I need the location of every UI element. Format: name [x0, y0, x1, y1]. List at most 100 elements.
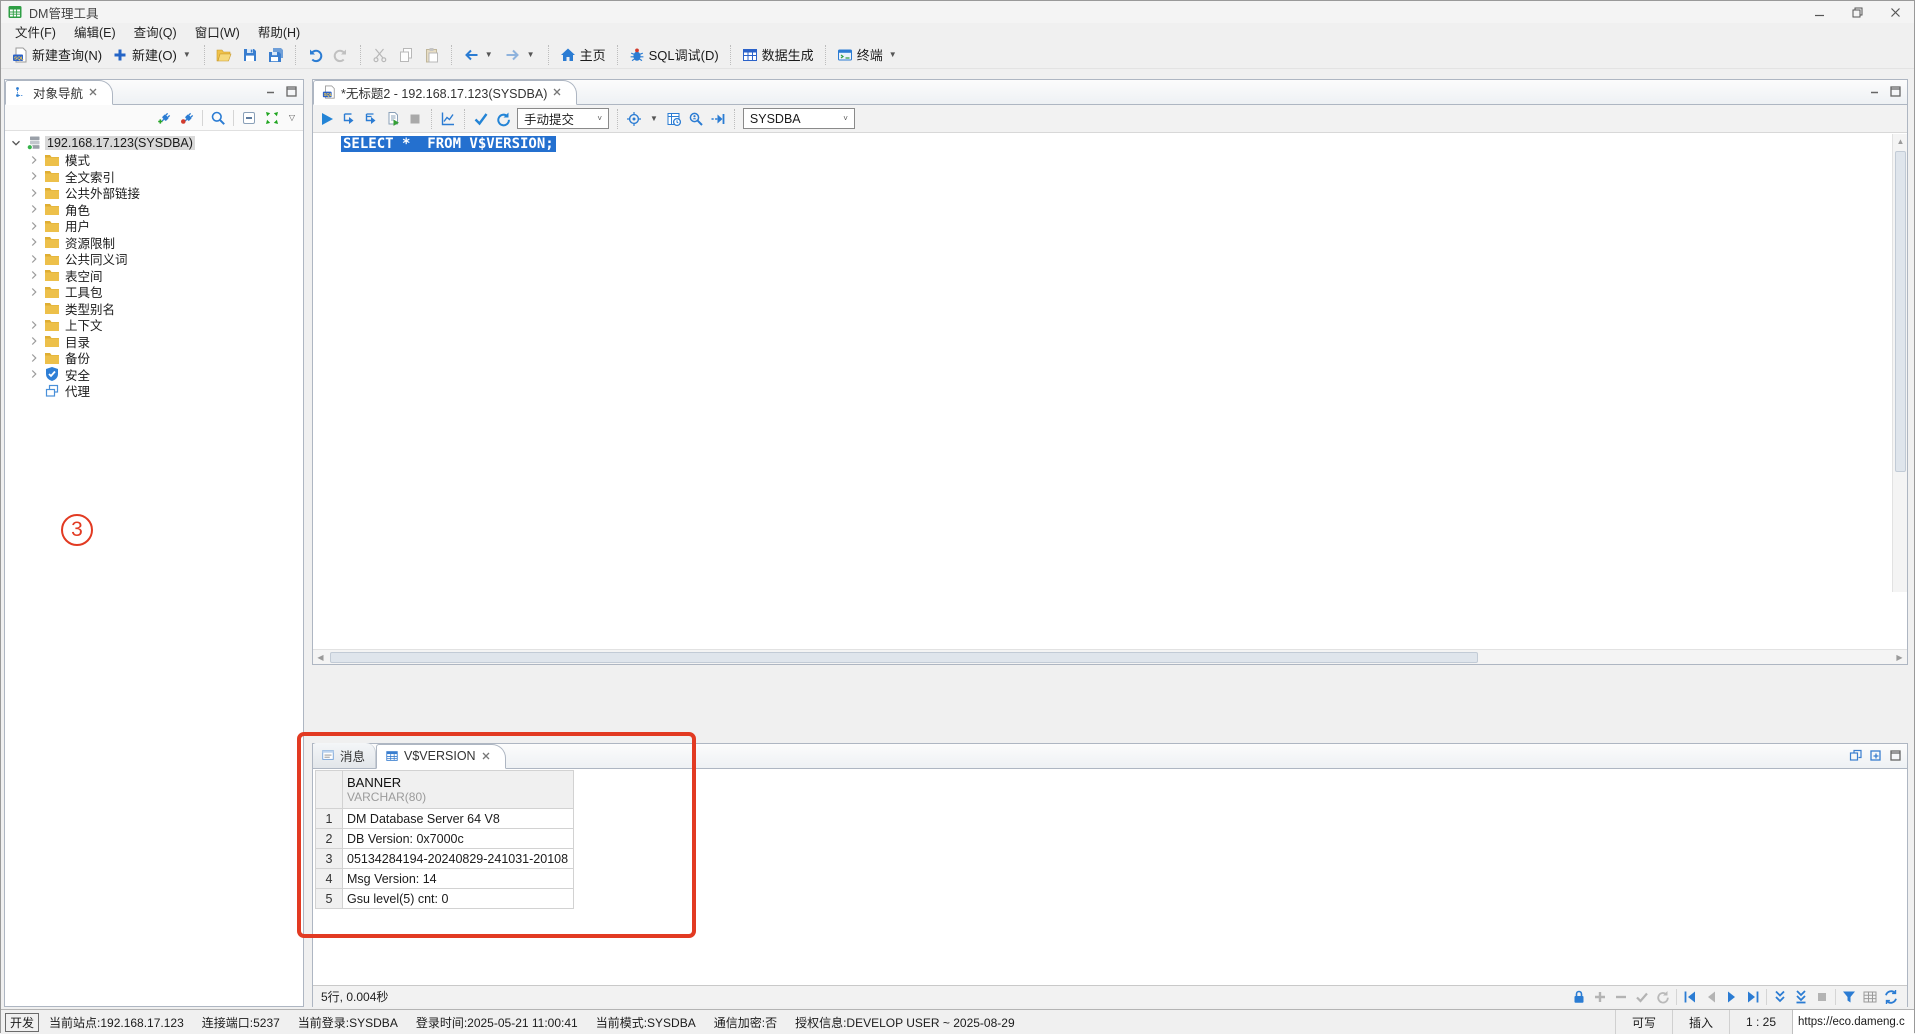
sql-debug-button[interactable]: SQL调试(D)	[624, 43, 724, 66]
delete-row-icon[interactable]	[1613, 989, 1629, 1005]
fetch-all-icon[interactable]	[1793, 989, 1809, 1005]
data-generate-button[interactable]: 数据生成	[737, 43, 819, 66]
search-icon[interactable]	[210, 110, 226, 126]
rollback-icon[interactable]	[495, 111, 511, 127]
new-dropdown-icon[interactable]: ▼	[181, 50, 193, 59]
tree-item-schemas[interactable]: 模式	[5, 152, 303, 169]
revert-changes-icon[interactable]	[1655, 989, 1671, 1005]
close-window-icon[interactable]	[1876, 1, 1914, 23]
minimize-results-icon[interactable]	[1869, 749, 1883, 763]
scroll-left-icon[interactable]: ◀	[313, 650, 328, 665]
minimize-window-icon[interactable]	[1800, 1, 1838, 23]
menu-query[interactable]: 查询(Q)	[126, 22, 185, 41]
tree-item-agent[interactable]: 代理	[5, 383, 303, 400]
execute-to-cursor-icon[interactable]	[363, 111, 379, 127]
execute-icon[interactable]	[319, 111, 335, 127]
tree-root-connection[interactable]: 192.168.17.123(SYSDBA)	[5, 135, 303, 152]
chevron-icon[interactable]	[27, 235, 41, 249]
tab-vversion-grid[interactable]: V$VERSION	[376, 744, 506, 769]
new-query-button[interactable]: SQL 新建查询(N)	[7, 43, 107, 66]
tree-item-backups[interactable]: 备份	[5, 350, 303, 367]
execute-current-statement-icon[interactable]	[341, 111, 357, 127]
table-row[interactable]: 305134284194-20240829-241031-20108	[316, 849, 574, 869]
tree-item-users[interactable]: 用户	[5, 218, 303, 235]
tree-item-toolkits[interactable]: 工具包	[5, 284, 303, 301]
open-button[interactable]	[211, 45, 237, 65]
terminal-dropdown-icon[interactable]: ▼	[887, 50, 899, 59]
maximize-results-icon[interactable]	[1889, 749, 1903, 763]
paste-button[interactable]	[419, 45, 445, 65]
table-row[interactable]: 1DM Database Server 64 V8	[316, 809, 574, 829]
expand-all-icon[interactable]	[264, 110, 280, 126]
chevron-icon[interactable]	[27, 219, 41, 233]
save-all-button[interactable]	[263, 45, 289, 65]
horizontal-scroll-thumb[interactable]	[330, 652, 1478, 663]
first-page-icon[interactable]	[1682, 989, 1698, 1005]
commit-mode-select[interactable]: 手动提交 ˅	[517, 108, 609, 129]
jump-to-icon[interactable]	[710, 111, 726, 127]
chevron-icon[interactable]	[27, 334, 41, 348]
chevron-icon[interactable]	[27, 318, 41, 332]
apply-changes-icon[interactable]	[1634, 989, 1650, 1005]
terminal-button[interactable]: 终端 ▼	[832, 43, 904, 66]
chevron-icon[interactable]	[27, 285, 41, 299]
tree-item-roles[interactable]: 角色	[5, 201, 303, 218]
locate-dropdown-icon[interactable]: ▼	[648, 114, 660, 123]
fetch-more-icon[interactable]	[1772, 989, 1788, 1005]
disconnect-icon[interactable]	[179, 110, 195, 126]
maximize-panel-icon[interactable]	[285, 85, 299, 99]
menu-file[interactable]: 文件(F)	[7, 22, 64, 41]
column-header-banner[interactable]: BANNER VARCHAR(80)	[343, 771, 574, 809]
sql-editor-area[interactable]: SELECT * FROM V$VERSION;	[313, 133, 1907, 591]
tree-item-public-synonyms[interactable]: 公共同义词	[5, 251, 303, 268]
sql-assistant-icon[interactable]	[688, 111, 704, 127]
editor-vertical-scrollbar[interactable]: ▲	[1892, 134, 1907, 592]
home-button[interactable]: 主页	[555, 43, 611, 66]
grid-view-icon[interactable]	[1862, 989, 1878, 1005]
chevron-icon[interactable]	[27, 153, 41, 167]
explain-plan-icon[interactable]	[440, 111, 456, 127]
new-connection-icon[interactable]	[156, 110, 172, 126]
tree-item-fulltext-index[interactable]: 全文索引	[5, 168, 303, 185]
collapse-all-icon[interactable]	[241, 110, 257, 126]
commit-icon[interactable]	[473, 111, 489, 127]
lock-grid-icon[interactable]	[1571, 989, 1587, 1005]
tree-item-type-aliases[interactable]: 类型别名	[5, 300, 303, 317]
table-row[interactable]: 2DB Version: 0x7000c	[316, 829, 574, 849]
save-button[interactable]	[237, 45, 263, 65]
tab-messages[interactable]: 消息	[313, 743, 376, 768]
new-button[interactable]: 新建(O) ▼	[107, 43, 198, 66]
editor-horizontal-scrollbar[interactable]: ◀ ▶	[313, 649, 1907, 664]
add-row-icon[interactable]	[1592, 989, 1608, 1005]
table-row[interactable]: 4Msg Version: 14	[316, 869, 574, 889]
back-dropdown-icon[interactable]: ▼	[483, 50, 495, 59]
execute-script-icon[interactable]	[385, 111, 401, 127]
view-menu-icon[interactable]: ▽	[287, 113, 297, 122]
next-page-icon[interactable]	[1724, 989, 1740, 1005]
locate-object-icon[interactable]	[626, 111, 642, 127]
chevron-icon[interactable]	[27, 202, 41, 216]
detach-view-icon[interactable]	[1849, 749, 1863, 763]
forward-dropdown-icon[interactable]: ▼	[525, 50, 537, 59]
menu-window[interactable]: 窗口(W)	[187, 22, 248, 41]
back-button[interactable]: ▼	[458, 45, 500, 65]
minimize-panel-icon[interactable]	[265, 85, 279, 99]
maximize-editor-icon[interactable]	[1889, 85, 1903, 99]
menu-edit[interactable]: 编辑(E)	[66, 22, 124, 41]
sql-text-selected[interactable]: SELECT * FROM V$VERSION;	[341, 136, 556, 152]
schema-select[interactable]: SYSDBA ˅	[743, 108, 855, 129]
redo-button[interactable]	[328, 45, 354, 65]
vertical-scroll-thumb[interactable]	[1895, 151, 1906, 472]
query-history-icon[interactable]	[666, 111, 682, 127]
copy-button[interactable]	[393, 45, 419, 65]
scroll-up-icon[interactable]: ▲	[1893, 134, 1908, 149]
chevron-expanded-icon[interactable]	[9, 136, 23, 150]
filter-icon[interactable]	[1841, 989, 1857, 1005]
close-navigator-icon[interactable]	[88, 87, 98, 97]
refresh-icon[interactable]	[1883, 989, 1899, 1005]
tab-sql-editor[interactable]: SQL *无标题2 - 192.168.17.123(SYSDBA)	[313, 80, 577, 105]
stop-icon[interactable]	[407, 111, 423, 127]
tree-item-public-external-links[interactable]: 公共外部链接	[5, 185, 303, 202]
eco-dameng-link[interactable]: https://eco.dameng.c	[1792, 1010, 1914, 1034]
chevron-icon[interactable]	[27, 169, 41, 183]
